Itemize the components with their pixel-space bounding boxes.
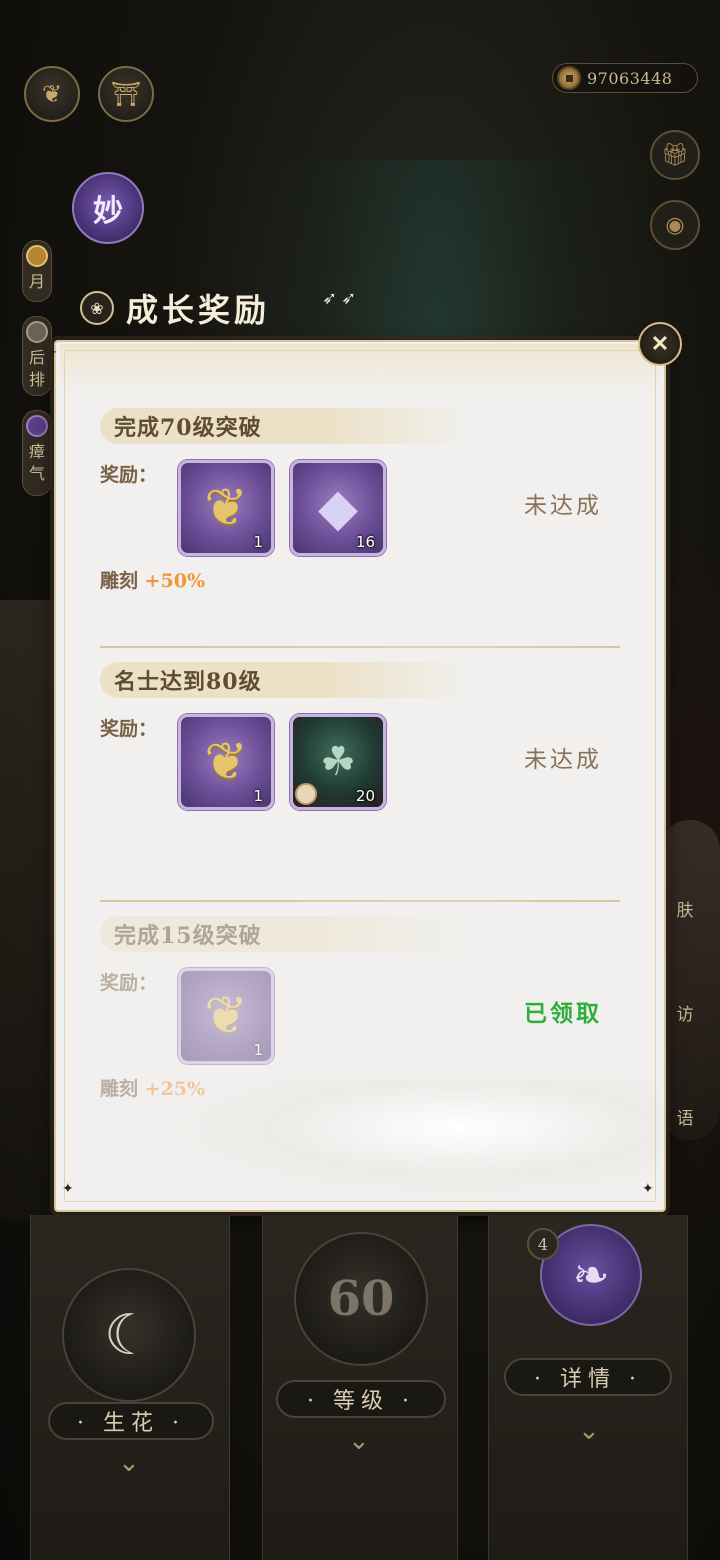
- detail-label[interactable]: · 详情 ·: [504, 1358, 672, 1396]
- status-not-achieved: 未达成: [524, 747, 602, 773]
- level-value: 60: [327, 1271, 395, 1327]
- right-side-menu: [660, 820, 720, 1140]
- close-icon: ✕: [650, 331, 670, 357]
- status-claimed: 已领取: [524, 1000, 602, 1027]
- corner-star-icon: ✦: [642, 1181, 654, 1197]
- bloom-button[interactable]: ☾: [62, 1268, 196, 1402]
- reward-item[interactable]: ❦ 1: [178, 968, 274, 1064]
- bonus-line: 雕刻 +25%: [100, 1074, 205, 1101]
- side-tab-miasma[interactable]: 瘴气: [22, 410, 52, 496]
- section-title: 名士达到80级: [100, 662, 470, 698]
- reward-item[interactable]: ☘ 20: [290, 714, 386, 810]
- reward-item[interactable]: ◆ 16: [290, 460, 386, 556]
- modal-top-decor: [60, 344, 660, 392]
- puzzle-piece-icon: [295, 783, 317, 805]
- reward-label: 奖励：: [100, 718, 158, 740]
- pavilion-icon: ⛩: [110, 80, 142, 108]
- back-button[interactable]: ❦: [24, 66, 80, 122]
- bonus-label: 雕刻: [100, 1078, 139, 1100]
- side-tab-moon[interactable]: 月: [22, 240, 52, 302]
- mood-badge-label: 妙: [93, 194, 123, 229]
- section-divider: [100, 646, 620, 648]
- gift-button[interactable]: 🎁︎: [650, 130, 700, 180]
- right-side-label-skin[interactable]: 肤: [670, 896, 700, 921]
- moon-icon: [26, 245, 48, 267]
- reward-label: 奖励：: [100, 972, 158, 994]
- home-button[interactable]: ⛩: [98, 66, 154, 122]
- formation-icon: [26, 321, 48, 343]
- coin-icon: [557, 66, 581, 90]
- item-quantity: 1: [253, 1041, 263, 1059]
- currency-display[interactable]: 97063448: [552, 63, 698, 93]
- side-tab-label: 瘴气: [28, 442, 45, 483]
- mood-badge[interactable]: 妙: [72, 172, 144, 244]
- miasma-icon: [26, 415, 48, 437]
- reward-item[interactable]: ❦ 1: [178, 714, 274, 810]
- level-display: 60: [294, 1232, 428, 1366]
- birds-icon: ➶➶: [322, 288, 361, 309]
- modal-title: 成长奖励: [126, 291, 271, 329]
- notification-badge: 4: [527, 1228, 559, 1260]
- section-title: 完成15级突破: [100, 916, 470, 952]
- eye-icon: ◉: [665, 212, 685, 238]
- bonus-label: 雕刻: [100, 570, 139, 592]
- side-tab-label: 月: [28, 272, 45, 291]
- section-title: 完成70级突破: [100, 408, 470, 444]
- status-not-achieved: 未达成: [524, 493, 602, 519]
- ornament-chevron-icon: ⌄: [578, 1416, 600, 1446]
- modal-heading: ❀ 成长奖励: [80, 284, 270, 332]
- gift-icon: 🎁︎: [661, 142, 689, 168]
- right-side-label-voice[interactable]: 语: [670, 1104, 700, 1129]
- crescent-moon-icon: ☾: [103, 1302, 155, 1368]
- ornament-chevron-icon: ⌄: [118, 1448, 140, 1478]
- bonus-value: +25%: [144, 1078, 206, 1100]
- leaf-icon: ❦: [41, 80, 63, 108]
- side-tab-label: 后排: [28, 348, 45, 389]
- bonus-value: +50%: [144, 570, 206, 592]
- level-label[interactable]: · 等级 ·: [276, 1380, 446, 1418]
- emblem-icon: ❀: [80, 291, 114, 325]
- corner-star-icon: ✦: [62, 1181, 74, 1197]
- bonus-line: 雕刻 +50%: [100, 566, 205, 593]
- item-quantity: 1: [253, 787, 263, 805]
- feather-icon: ❧: [572, 1249, 610, 1301]
- view-button[interactable]: ◉: [650, 200, 700, 250]
- item-quantity: 1: [253, 533, 263, 551]
- section-divider: [100, 900, 620, 902]
- currency-value: 97063448: [587, 68, 673, 88]
- corner-star-icon: ✦: [46, 345, 58, 361]
- item-quantity: 20: [355, 787, 375, 805]
- modal-bottom-decor: [160, 1080, 660, 1200]
- reward-label: 奖励：: [100, 464, 158, 486]
- close-button[interactable]: ✕: [638, 322, 682, 366]
- ornament-chevron-icon: ⌄: [348, 1426, 370, 1456]
- reward-item[interactable]: ❦ 1: [178, 460, 274, 556]
- bloom-label[interactable]: · 生花 ·: [48, 1402, 214, 1440]
- right-side-label-visit[interactable]: 访: [670, 1000, 700, 1025]
- item-quantity: 16: [355, 533, 375, 551]
